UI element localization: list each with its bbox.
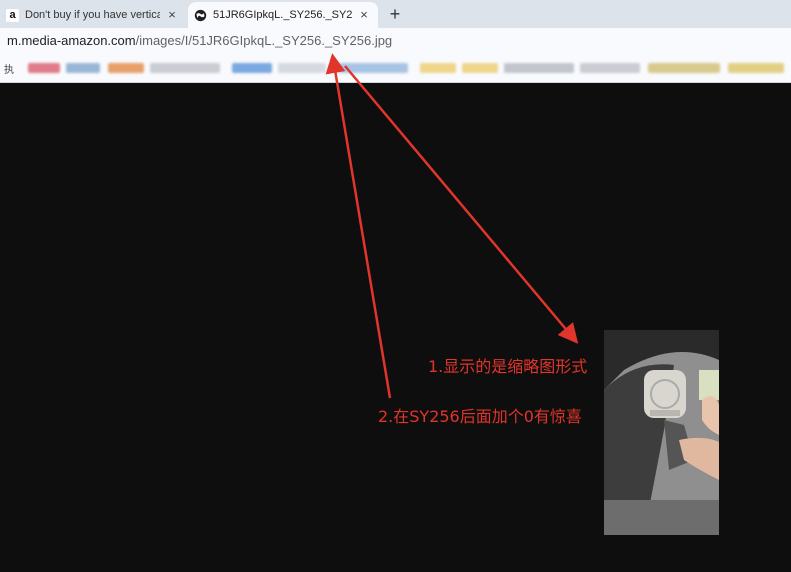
bookmark-item[interactable] — [420, 63, 456, 73]
bookmarks-bar: 执 — [0, 53, 791, 83]
bookmark-item[interactable] — [232, 63, 272, 73]
bookmark-item[interactable] — [504, 63, 574, 73]
amazon-icon: a — [6, 8, 19, 22]
url-text[interactable]: m.media-amazon.com/images/I/51JR6GIpkqL.… — [7, 33, 392, 48]
tab-image[interactable]: 51JR6GIpkqL._SY256._SY256.jpg × — [188, 2, 378, 28]
annotation-thumbnail-note: 1.显示的是缩略图形式 — [428, 357, 588, 376]
bookmarks-label: 执 — [4, 65, 14, 76]
address-bar[interactable]: m.media-amazon.com/images/I/51JR6GIpkqL.… — [0, 28, 791, 53]
tab-title: Don't buy if you have vertical v — [25, 9, 160, 21]
bookmark-item[interactable] — [462, 63, 498, 73]
annotation-url-tip: 2.在SY256后面加个0有惊喜 — [378, 407, 582, 426]
bookmark-item[interactable] — [728, 63, 784, 73]
bookmark-item[interactable] — [108, 63, 144, 73]
bookmark-item[interactable] — [580, 63, 640, 73]
thumbnail-image[interactable] — [604, 330, 719, 535]
bookmark-item[interactable] — [66, 63, 100, 73]
globe-icon — [194, 9, 207, 21]
bookmark-item[interactable] — [150, 63, 220, 73]
url-host: m.media-amazon.com — [7, 33, 136, 48]
bookmark-item[interactable] — [648, 63, 720, 73]
bookmark-item[interactable] — [278, 63, 326, 73]
close-icon[interactable]: × — [358, 8, 370, 21]
new-tab-button[interactable]: + — [385, 4, 405, 24]
tab-strip: a Don't buy if you have vertical v × 51J… — [0, 0, 791, 28]
tab-amazon-review[interactable]: a Don't buy if you have vertical v × — [0, 2, 186, 28]
tab-title: 51JR6GIpkqL._SY256._SY256.jpg — [213, 9, 352, 21]
bookmark-item[interactable] — [338, 63, 408, 73]
close-icon[interactable]: × — [166, 8, 178, 21]
bookmark-item[interactable] — [28, 63, 60, 73]
url-path: /images/I/51JR6GIpkqL._SY256._SY256.jpg — [135, 33, 393, 48]
